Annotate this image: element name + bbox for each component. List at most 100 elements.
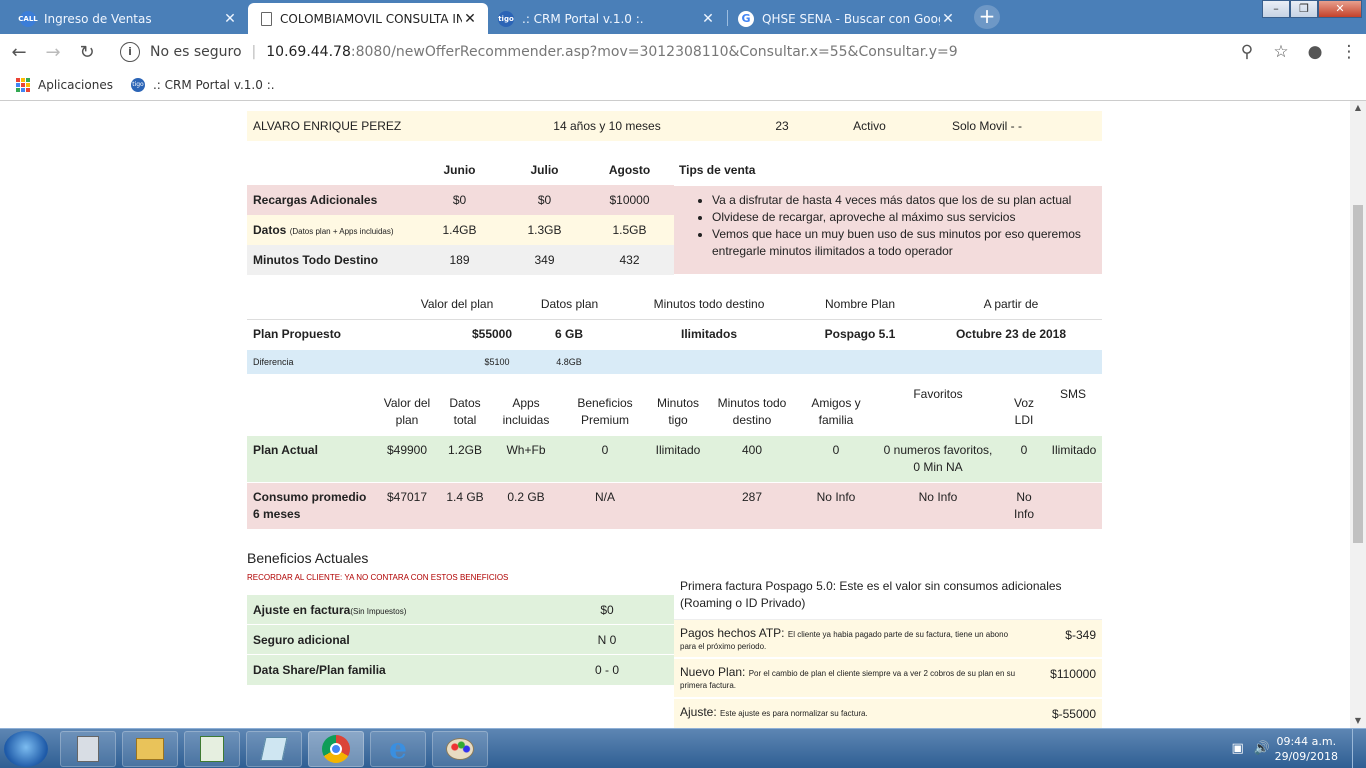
page-viewport: ALVARO ENRIQUE PEREZ 14 años y 10 meses …	[0, 101, 1350, 728]
network-icon[interactable]: ▣	[1232, 741, 1244, 756]
current-header: Amigos y familia	[811, 396, 861, 427]
paint-icon[interactable]	[432, 731, 488, 767]
menu-icon[interactable]: ⋮	[1332, 42, 1366, 62]
current-plan-value: 0	[1020, 443, 1028, 457]
current-plan-value: 0	[832, 443, 840, 457]
invoice-title: Primera factura Pospago 5.0: Este es el …	[680, 579, 1062, 610]
url-path: :8080/newOfferRecommender.asp?mov=301230…	[350, 44, 958, 60]
back-icon[interactable]: ←	[4, 37, 34, 67]
minimize-button[interactable]: –	[1262, 0, 1290, 18]
close-icon[interactable]: ✕	[222, 11, 238, 27]
close-icon[interactable]: ✕	[940, 11, 956, 27]
benefits-warning: RECORDAR AL CLIENTE: YA NO CONTARA CON E…	[247, 573, 509, 582]
file-explorer-icon[interactable]	[122, 731, 178, 767]
current-header: Minutos todo destino	[717, 396, 787, 427]
info-icon[interactable]: i	[120, 42, 140, 62]
show-desktop-button[interactable]	[1352, 729, 1366, 768]
proposed-value: Octubre 23 de 2018	[955, 327, 1067, 341]
page-scrollbar[interactable]: ▲ ▼	[1350, 101, 1366, 728]
month-header: Julio	[530, 163, 559, 177]
chrome-icon[interactable]	[308, 731, 364, 767]
forward-icon[interactable]: →	[38, 37, 68, 67]
star-icon[interactable]: ☆	[1264, 42, 1298, 62]
zoom-icon[interactable]: ⚲	[1230, 42, 1264, 62]
calculator-icon[interactable]	[60, 731, 116, 767]
scroll-up-icon[interactable]: ▲	[1350, 101, 1366, 115]
scroll-down-icon[interactable]: ▼	[1350, 714, 1366, 728]
current-plan-value: Ilimitado	[1051, 443, 1097, 457]
usage-value: 1.5GB	[612, 223, 647, 237]
separator: |	[251, 44, 257, 60]
invoice-value: $-55000	[1051, 707, 1096, 721]
new-tab-button[interactable]: +	[974, 5, 1000, 29]
internet-explorer-icon[interactable]: e	[370, 731, 426, 767]
system-tray: ▣ 🔊	[1232, 741, 1270, 756]
bookmark-crm[interactable]: tigo .: CRM Portal v.1.0 :.	[130, 78, 275, 92]
clock-time: 09:44 a.m.	[1276, 735, 1337, 748]
sales-tips-list: Va a disfrutar de hasta 4 veces más dato…	[712, 192, 1092, 260]
spreadsheet-icon[interactable]	[184, 731, 240, 767]
notes-icon[interactable]	[246, 731, 302, 767]
usage-value: 1.4GB	[442, 223, 477, 237]
reload-icon[interactable]: ↻	[72, 37, 102, 67]
maximize-button[interactable]: ❐	[1290, 0, 1318, 18]
current-header: Voz LDI	[1013, 396, 1034, 427]
usage-value: $0	[452, 193, 467, 207]
month-header: Junio	[443, 163, 476, 177]
consumo-value: No Info	[918, 490, 958, 504]
consumo-value: No Info	[816, 490, 856, 504]
sales-tips-box: Va a disfrutar de hasta 4 veces más dato…	[674, 186, 1102, 274]
proposed-header: Nombre Plan	[824, 297, 896, 311]
url-host: 10.69.44.78	[266, 44, 351, 60]
tab-colombiamovil[interactable]: COLOMBIAMOVIL CONSULTA IN ✕	[248, 3, 488, 34]
customer-type: Solo Movil - -	[951, 119, 1022, 133]
google-icon: G	[738, 10, 754, 27]
consumo-value: 0.2 GB	[507, 490, 545, 504]
current-header: Apps incluidas	[502, 396, 550, 427]
invoice-note: Este ajuste es para normalizar su factur…	[720, 709, 868, 718]
proposed-header: Valor del plan	[420, 297, 494, 311]
volume-icon[interactable]: 🔊	[1254, 741, 1270, 756]
current-header: SMS	[1059, 387, 1086, 401]
bookmark-apps[interactable]: Aplicaciones	[16, 78, 113, 92]
tab-crm-portal[interactable]: tigo .: CRM Portal v.1.0 :. ✕	[488, 3, 726, 34]
address-bar[interactable]: i No es seguro | 10.69.44.78:8080/newOff…	[108, 37, 1288, 67]
bookmark-label: Aplicaciones	[38, 78, 113, 92]
close-icon[interactable]: ✕	[462, 11, 478, 27]
proposed-header: Datos plan	[540, 297, 599, 311]
usage-value: $10000	[609, 193, 650, 207]
tab-ingreso-ventas[interactable]: CALL Ingreso de Ventas ✕	[10, 3, 248, 34]
usage-value: 1.3GB	[527, 223, 562, 237]
tab-title: Ingreso de Ventas	[44, 11, 152, 26]
usage-row-minutos: Minutos Todo Destino 189 349 432	[247, 245, 674, 275]
benefits-title: Beneficios Actuales	[247, 550, 369, 566]
difference-value: 4.8GB	[556, 357, 582, 367]
benefit-value: $0	[600, 602, 614, 617]
benefit-row-ajuste: Ajuste en factura(Sin Impuestos) $0	[247, 595, 674, 625]
current-header: Beneficios Premium	[577, 396, 633, 427]
start-button[interactable]	[4, 731, 48, 767]
current-plan-row: Plan Actual $49900 1.2GB Wh+Fb 0 Ilimita…	[247, 436, 1102, 482]
usage-row-label: Recargas Adicionales	[253, 193, 378, 207]
tab-google-search[interactable]: G QHSE SENA - Buscar con Google ✕	[728, 3, 966, 34]
current-header: Minutos tigo	[656, 396, 700, 427]
tab-title: COLOMBIAMOVIL CONSULTA IN	[280, 11, 462, 26]
scrollbar-thumb[interactable]	[1353, 205, 1363, 543]
profile-icon[interactable]: ●	[1298, 42, 1332, 62]
usage-value: 349	[534, 253, 555, 267]
close-icon[interactable]: ✕	[700, 11, 716, 27]
system-clock[interactable]: 09:44 a.m. 29/09/2018	[1275, 734, 1338, 764]
consumo-label: Consumo promedio 6 meses	[253, 490, 367, 521]
usage-row-label: Minutos Todo Destino	[253, 253, 379, 267]
current-header: Favoritos	[913, 387, 963, 401]
consumo-value: 287	[741, 490, 763, 504]
usage-value: 189	[449, 253, 470, 267]
invoice-label: Pagos hechos ATP:	[680, 626, 785, 640]
window-close-button[interactable]: ✕	[1318, 0, 1362, 18]
benefit-label: Seguro adicional	[253, 632, 350, 647]
tab-strip: CALL Ingreso de Ventas ✕ COLOMBIAMOVIL C…	[0, 0, 1366, 34]
usage-value: 432	[619, 253, 640, 267]
sales-tip: Olvidese de recargar, aproveche al máxim…	[712, 209, 1092, 226]
usage-row-label-text: Datos	[253, 223, 287, 237]
benefit-note: (Sin Impuestos)	[350, 606, 407, 616]
